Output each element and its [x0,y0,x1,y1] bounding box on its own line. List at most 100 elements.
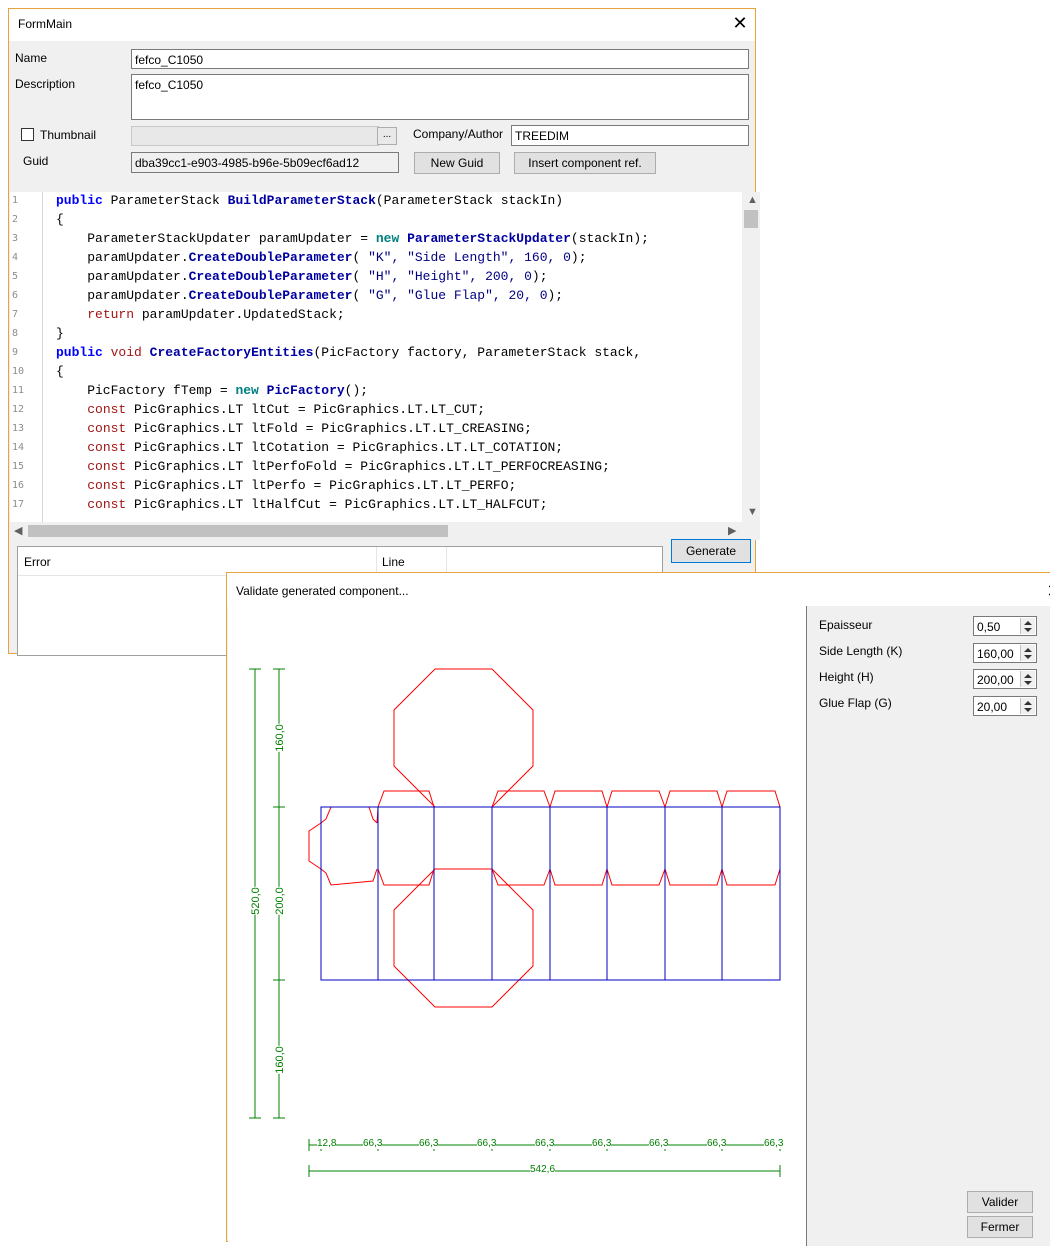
dim-body-height: 200,0 [273,887,286,915]
code-line: public void CreateFactoryEntities(PicFac… [56,345,649,360]
param-value: 200,00 [977,673,1014,687]
height-input[interactable]: 200,00 [973,669,1037,689]
line-number: 12 [12,404,25,415]
code-line: ParameterStackUpdater paramUpdater = new… [56,231,649,246]
code-line: const PicGraphics.LT ltHalfCut = PicGrap… [87,497,548,512]
body-cut [308,790,781,886]
validate-title-bar: Validate generated component... ✕ [227,573,1050,607]
code-line: public ParameterStack BuildParameterStac… [56,193,564,208]
horizontal-scrollbar[interactable]: ◀ ▶ [10,522,760,540]
spinner-icon[interactable] [1020,645,1035,661]
line-number: 11 [12,385,25,396]
valider-button[interactable]: Valider [967,1191,1033,1213]
line-number: 10 [12,366,25,377]
dim-panel: 66,3 [477,1138,497,1149]
form-main-window: FormMain ✕ Name fefco_C1050 Description … [8,8,760,656]
code-line: const PicGraphics.LT ltPerfo = PicGraphi… [87,478,517,493]
line-column-header[interactable]: Line [382,555,405,569]
param-label-side-length: Side Length (K) [819,644,903,658]
line-number: 7 [12,309,19,320]
dim-bottom-flap: 160,0 [273,1046,286,1074]
title-bar: FormMain ✕ [9,9,755,41]
glue-flap-input[interactable]: 20,00 [973,696,1037,716]
thumbnail-label: Thumbnail [40,128,97,142]
column-divider [376,547,377,575]
company-input[interactable]: TREEDIM [511,125,749,146]
close-icon[interactable]: ✕ [1043,581,1050,601]
preview-canvas[interactable]: 520,0 160,0 200,0 160,0 12,8 66,3 66,3 6… [228,606,807,1246]
side-length-input[interactable]: 160,00 [973,643,1037,663]
line-number: 3 [12,233,19,244]
parameters-panel: Epaisseur 0,50 Side Length (K) 160,00 He… [807,606,1050,1246]
validate-title: Validate generated component... [236,584,409,598]
param-label-height: Height (H) [819,670,874,684]
guid-field: dba39cc1-e903-4985-b96e-5b09ecf6ad12 [131,152,399,173]
window-title: FormMain [18,17,73,31]
code-line: const PicGraphics.LT ltPerfoFold = PicGr… [87,459,610,474]
code-line: const PicGraphics.LT ltFold = PicGraphic… [87,421,532,436]
name-input[interactable]: fefco_C1050 [131,49,749,69]
insert-component-ref-button[interactable]: Insert component ref. [514,152,656,174]
new-guid-button[interactable]: New Guid [414,152,500,174]
description-input[interactable]: fefco_C1050 [131,74,749,120]
close-icon[interactable]: ✕ [729,13,751,33]
line-number: 9 [12,347,19,358]
dim-panel: 66,3 [363,1138,383,1149]
dim-panel: 66,3 [592,1138,612,1149]
code-line: paramUpdater.CreateDoubleParameter( "H",… [56,269,548,284]
code-line: { [56,212,64,227]
dim-panel: 66,3 [649,1138,669,1149]
line-number: 5 [12,271,19,282]
scroll-left-icon[interactable]: ◀ [14,524,22,537]
thumbnail-checkbox[interactable] [21,128,34,141]
bottom-flap-cut [393,868,534,1008]
thumbnail-path-field [131,126,379,146]
line-number: 16 [12,480,25,491]
spinner-icon[interactable] [1020,671,1035,687]
generate-button[interactable]: Generate [671,539,751,563]
line-number: 1 [12,195,19,206]
top-flap-cut [393,668,534,808]
line-number: 15 [12,461,25,472]
vertical-scrollbar[interactable]: ▲ ▼ [742,192,760,522]
scroll-up-icon[interactable]: ▲ [747,194,758,206]
line-number: 14 [12,442,25,453]
validate-window: Validate generated component... ✕ [226,572,1050,1246]
dim-top-flap: 160,0 [273,724,286,752]
line-number: 8 [12,328,19,339]
code-lines: public ParameterStack BuildParameterStac… [38,192,738,522]
browse-button[interactable]: ... [377,127,397,145]
param-value: 160,00 [977,647,1014,661]
column-divider [446,547,447,575]
param-value: 20,00 [977,700,1008,714]
scroll-right-icon[interactable]: ▶ [728,524,736,537]
spinner-icon[interactable] [1020,618,1035,634]
code-line: { [56,364,64,379]
code-editor[interactable]: 1 2 3 4 5 6 7 8 9 10 11 12 13 14 15 16 1… [10,192,760,522]
code-line: const PicGraphics.LT ltCut = PicGraphics… [87,402,486,417]
company-label: Company/Author [413,127,504,141]
code-line: paramUpdater.CreateDoubleParameter( "G",… [56,288,564,303]
line-number: 13 [12,423,25,434]
dim-total-width: 542,6 [530,1164,556,1175]
guid-label: Guid [23,154,49,168]
fermer-button[interactable]: Fermer [967,1216,1033,1238]
code-line: paramUpdater.CreateDoubleParameter( "K",… [56,250,587,265]
epaisseur-input[interactable]: 0,50 [973,616,1037,636]
line-number: 6 [12,290,19,301]
code-line: const PicGraphics.LT ltCotation = PicGra… [87,440,564,455]
dim-panel: 66,3 [707,1138,727,1149]
dim-panel: 66,3 [419,1138,439,1149]
code-line: } [56,326,64,341]
dim-panel: 66,3 [764,1138,784,1149]
name-label: Name [15,51,48,65]
scroll-thumb[interactable] [744,210,758,228]
line-number: 17 [12,499,25,510]
h-scroll-thumb[interactable] [28,525,448,537]
scroll-down-icon[interactable]: ▼ [747,506,758,518]
box-drawing [249,668,781,1177]
param-label-glue-flap: Glue Flap (G) [819,696,892,710]
error-column-header[interactable]: Error [24,555,51,569]
description-label: Description [15,77,76,91]
spinner-icon[interactable] [1020,698,1035,714]
